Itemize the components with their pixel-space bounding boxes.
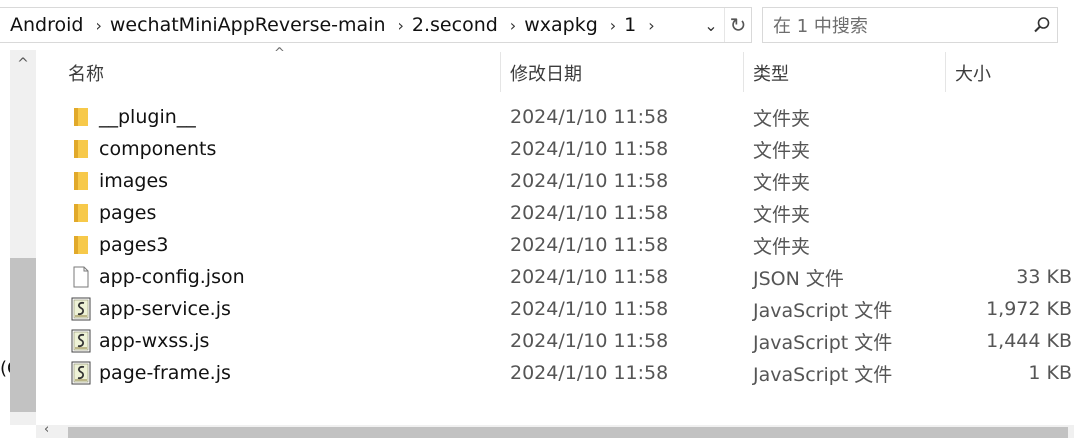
file-date: 2024/1/10 11:58 xyxy=(510,106,669,128)
file-row[interactable]: __plugin__ 2024/1/10 11:58 文件夹 xyxy=(38,101,1074,133)
file-size xyxy=(938,101,1072,133)
chevron-down-icon: ⌄ xyxy=(704,15,718,35)
file-type: 文件夹 xyxy=(753,171,811,194)
script-file-icon xyxy=(70,357,92,389)
file-size: 1 KB xyxy=(1028,362,1072,384)
history-dropdown-button[interactable]: ⌄ xyxy=(698,8,724,42)
file-list: __plugin__ 2024/1/10 11:58 文件夹 component… xyxy=(38,101,1074,389)
search-placeholder[interactable]: 在 1 中搜索 xyxy=(763,12,1027,38)
column-header-name[interactable]: 名称 xyxy=(68,50,498,96)
column-header-size-label: 大小 xyxy=(955,64,991,85)
file-row[interactable]: app-config.json 2024/1/10 11:58 JSON 文件 … xyxy=(38,261,1074,293)
refresh-icon: ↻ xyxy=(729,13,747,37)
search-input[interactable]: 在 1 中搜索 xyxy=(762,7,1058,43)
folder-icon xyxy=(70,133,92,165)
file-row[interactable]: page-frame.js 2024/1/10 11:58 JavaScript… xyxy=(38,357,1074,389)
file-size xyxy=(938,165,1072,197)
chevron-right-icon[interactable]: › xyxy=(640,16,660,35)
chevron-right-icon[interactable]: › xyxy=(602,16,622,35)
file-type: JavaScript 文件 xyxy=(753,331,893,354)
file-name: components xyxy=(99,138,217,160)
folder-icon xyxy=(70,165,92,197)
file-date: 2024/1/10 11:58 xyxy=(510,234,669,256)
chevron-right-icon[interactable]: › xyxy=(502,16,522,35)
scroll-left-icon[interactable]: ‹ xyxy=(44,422,49,437)
column-header-date-label: 修改日期 xyxy=(510,64,582,85)
script-file-icon xyxy=(70,325,92,357)
breadcrumb[interactable]: Android › wechatMiniAppReverse-main › 2.… xyxy=(0,7,752,43)
file-size xyxy=(938,229,1072,261)
file-type: JSON 文件 xyxy=(753,267,844,290)
file-size: 1,972 KB xyxy=(986,298,1072,320)
chevron-right-icon[interactable]: › xyxy=(87,16,107,35)
column-header-type-label: 类型 xyxy=(753,64,789,85)
file-icon xyxy=(70,261,92,293)
folder-icon xyxy=(70,197,92,229)
file-row[interactable]: pages3 2024/1/10 11:58 文件夹 xyxy=(38,229,1074,261)
folder-icon xyxy=(70,229,92,261)
file-name: pages3 xyxy=(99,234,169,256)
file-type: 文件夹 xyxy=(753,203,811,226)
file-row[interactable]: pages 2024/1/10 11:58 文件夹 xyxy=(38,197,1074,229)
file-date: 2024/1/10 11:58 xyxy=(510,298,669,320)
file-size xyxy=(938,133,1072,165)
file-size: 1,444 KB xyxy=(986,330,1072,352)
file-row[interactable]: app-service.js 2024/1/10 11:58 JavaScrip… xyxy=(38,293,1074,325)
breadcrumb-second[interactable]: 2.second xyxy=(410,14,502,36)
file-name: images xyxy=(99,170,169,192)
column-header-name-label: 名称 xyxy=(68,64,104,85)
file-row[interactable]: images 2024/1/10 11:58 文件夹 xyxy=(38,165,1074,197)
file-date: 2024/1/10 11:58 xyxy=(510,362,669,384)
column-header-size[interactable]: 大小 xyxy=(955,50,1065,96)
file-row[interactable]: components 2024/1/10 11:58 文件夹 xyxy=(38,133,1074,165)
file-name: app-wxss.js xyxy=(99,330,210,352)
folder-icon xyxy=(70,101,92,133)
file-date: 2024/1/10 11:58 xyxy=(510,266,669,288)
file-type: 文件夹 xyxy=(753,107,811,130)
horizontal-scrollbar[interactable]: ‹ xyxy=(36,422,1074,438)
column-header-type[interactable]: 类型 xyxy=(753,50,943,96)
navigation-pane: (C ^ xyxy=(0,50,36,438)
file-name: pages xyxy=(99,202,157,224)
file-type: JavaScript 文件 xyxy=(753,363,893,386)
breadcrumb-android[interactable]: Android xyxy=(0,14,87,36)
horizontal-scrollbar-thumb[interactable] xyxy=(68,427,1068,438)
scrollbar-thumb[interactable] xyxy=(10,258,36,412)
file-type: 文件夹 xyxy=(753,235,811,258)
file-name: page-frame.js xyxy=(99,362,231,384)
search-icon[interactable] xyxy=(1027,16,1057,34)
file-date: 2024/1/10 11:58 xyxy=(510,202,669,224)
column-divider[interactable] xyxy=(945,52,946,92)
address-bar: Android › wechatMiniAppReverse-main › 2.… xyxy=(0,0,1074,50)
file-size: 33 KB xyxy=(1016,266,1072,288)
file-name: app-service.js xyxy=(99,298,231,320)
breadcrumb-wechat-mini-app-reverse[interactable]: wechatMiniAppReverse-main xyxy=(108,14,390,36)
file-type: JavaScript 文件 xyxy=(753,299,893,322)
file-date: 2024/1/10 11:58 xyxy=(510,330,669,352)
refresh-button[interactable]: ↻ xyxy=(724,8,751,42)
script-file-icon xyxy=(70,293,92,325)
column-divider[interactable] xyxy=(500,52,501,92)
file-name: __plugin__ xyxy=(99,106,196,128)
column-headers: ^ 名称 修改日期 类型 大小 xyxy=(38,46,1074,96)
chevron-right-icon[interactable]: › xyxy=(390,16,410,35)
file-date: 2024/1/10 11:58 xyxy=(510,138,669,160)
navigation-pane-scrollbar[interactable]: ^ xyxy=(10,50,36,425)
file-name: app-config.json xyxy=(99,266,245,288)
scroll-up-icon[interactable]: ^ xyxy=(10,56,36,76)
column-divider[interactable] xyxy=(743,52,744,92)
file-row[interactable]: app-wxss.js 2024/1/10 11:58 JavaScript 文… xyxy=(38,325,1074,357)
file-size xyxy=(938,197,1072,229)
breadcrumb-wxapkg[interactable]: wxapkg xyxy=(522,14,602,36)
file-date: 2024/1/10 11:58 xyxy=(510,170,669,192)
breadcrumb-1[interactable]: 1 xyxy=(622,14,640,36)
column-header-date[interactable]: 修改日期 xyxy=(510,50,740,96)
file-type: 文件夹 xyxy=(753,139,811,162)
